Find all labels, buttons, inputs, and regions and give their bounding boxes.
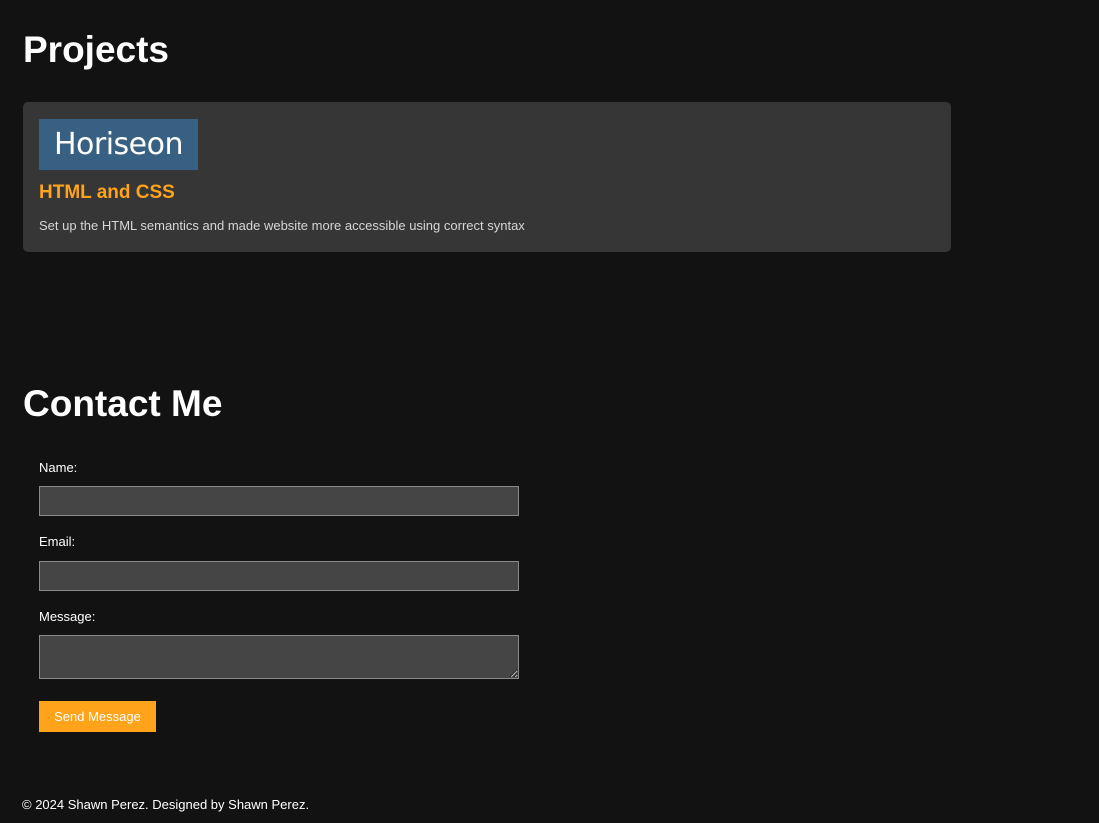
projects-heading: Projects	[23, 29, 170, 70]
send-message-button[interactable]: Send Message	[39, 701, 156, 732]
name-label: Name:	[39, 460, 78, 475]
contact-heading: Contact Me	[23, 383, 223, 424]
project-card[interactable]: Horiseon HTML and CSS Set up the HTML se…	[23, 102, 951, 252]
project-description: Set up the HTML semantics and made websi…	[39, 218, 525, 233]
email-label: Email:	[39, 534, 76, 549]
footer-copyright: © 2024 Shawn Perez. Designed by Shawn Pe…	[22, 797, 310, 812]
name-field[interactable]	[39, 486, 519, 516]
page: Projects Horiseon HTML and CSS Set up th…	[0, 0, 1099, 823]
project-title: HTML and CSS	[39, 182, 175, 203]
email-field[interactable]	[39, 561, 519, 591]
message-field[interactable]	[39, 635, 519, 679]
project-logo[interactable]: Horiseon	[39, 119, 198, 170]
message-label: Message:	[39, 609, 96, 624]
